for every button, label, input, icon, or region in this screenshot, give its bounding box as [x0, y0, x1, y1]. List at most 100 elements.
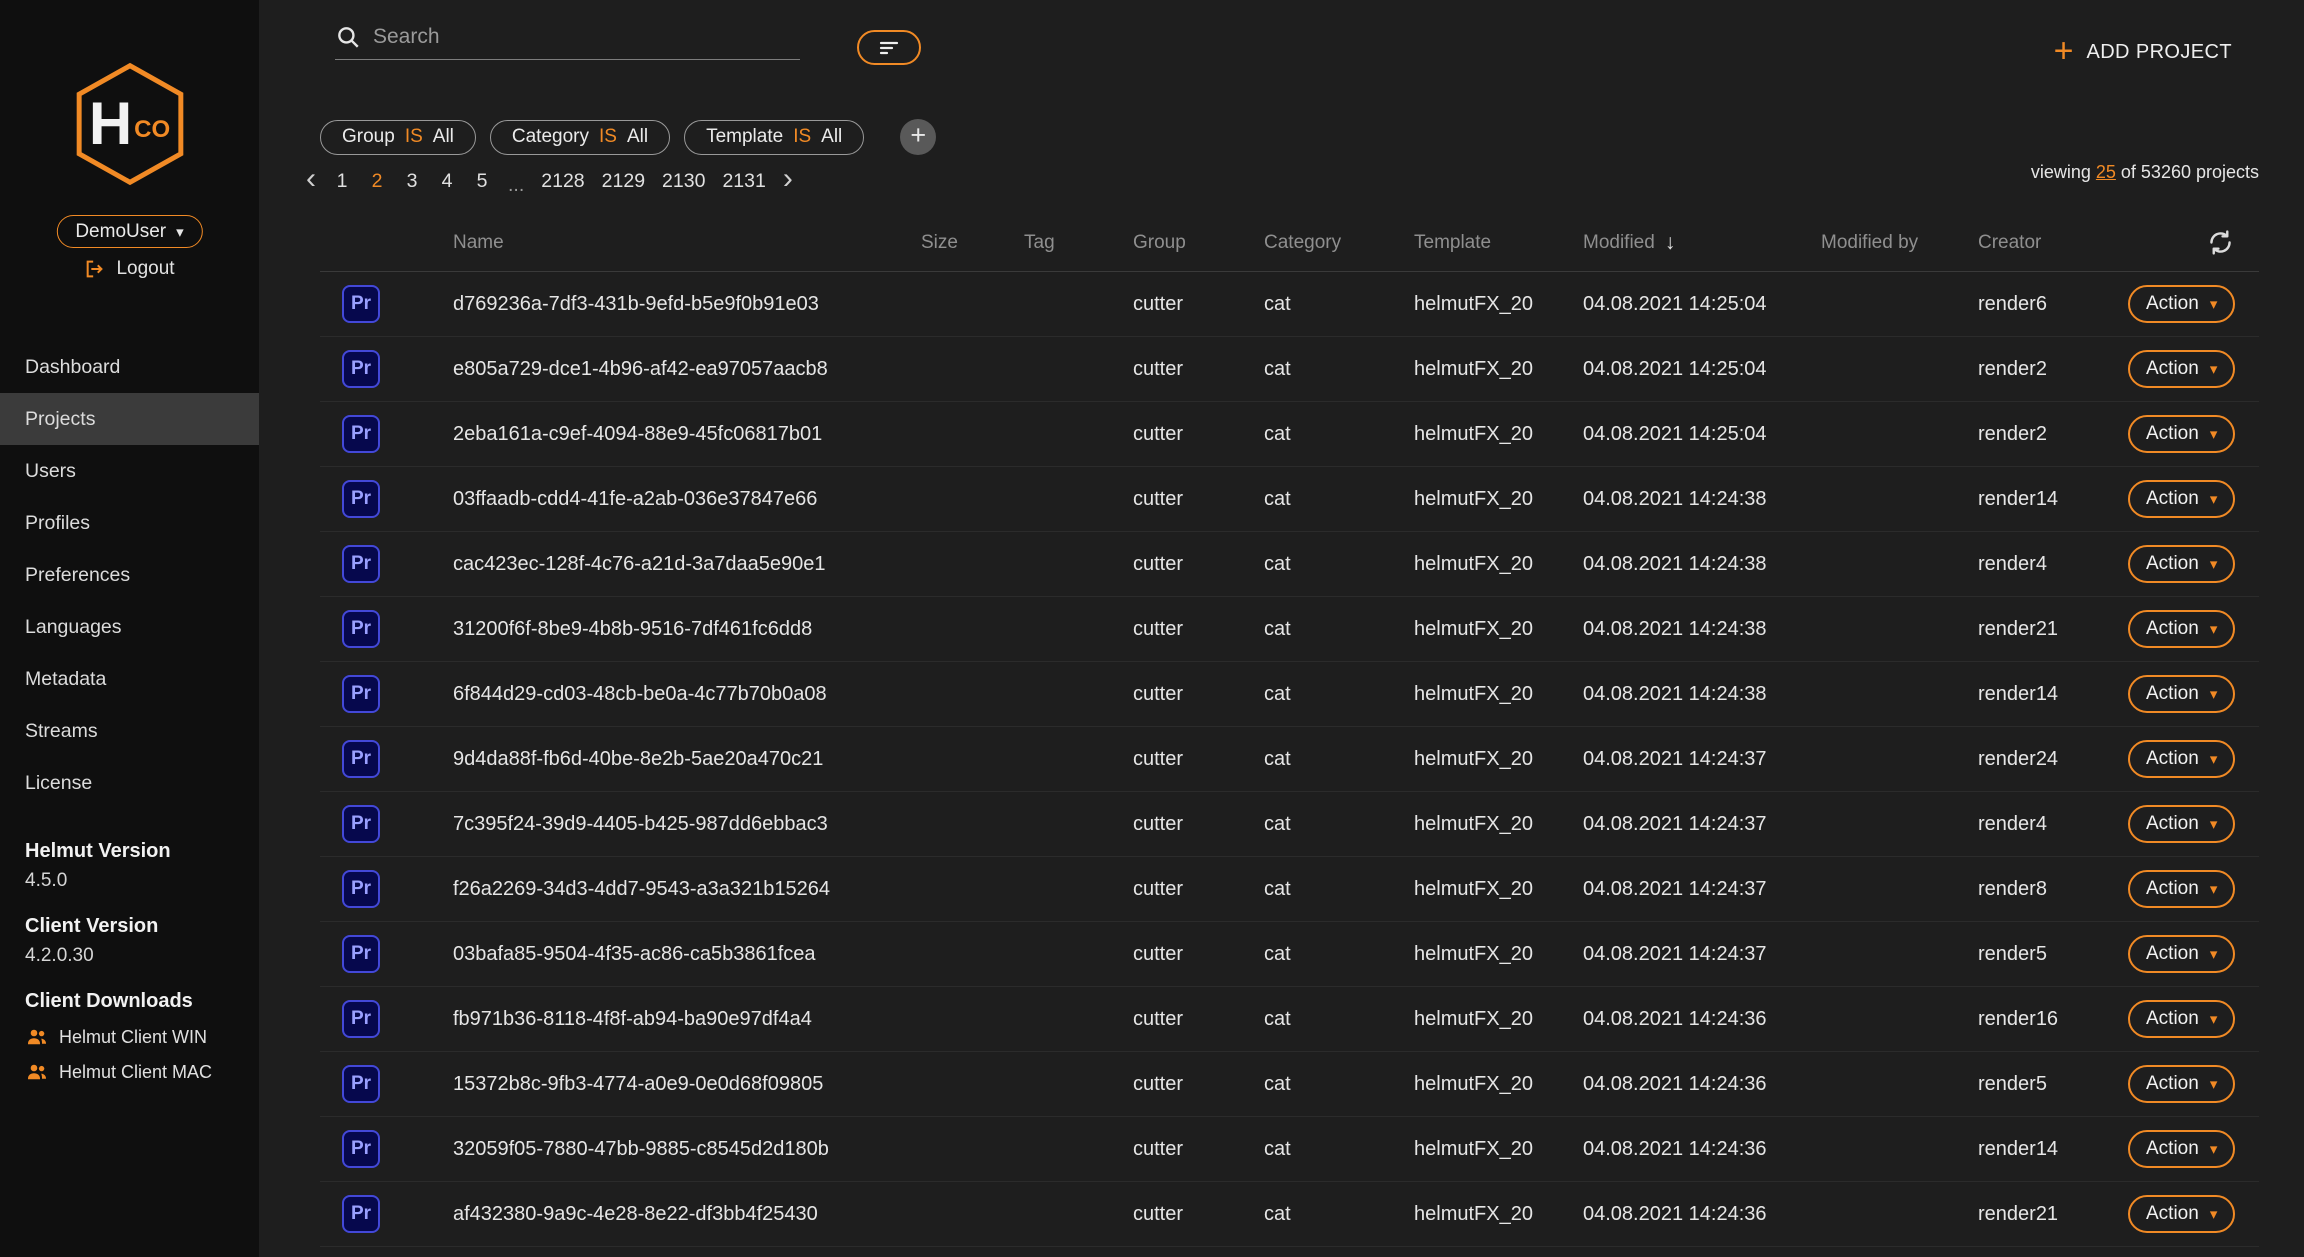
pagination-page-2[interactable]: 2: [368, 170, 386, 193]
action-button[interactable]: Action ▾: [2128, 610, 2235, 648]
sidebar-item-label: Metadata: [25, 668, 106, 691]
search-icon: [335, 24, 361, 50]
action-button[interactable]: Action ▾: [2128, 1130, 2235, 1168]
cell-template: helmutFX_20: [1414, 488, 1583, 511]
cell-modified: 04.08.2021 14:24:37: [1583, 813, 1821, 836]
pagination-next-button[interactable]: ›: [783, 167, 793, 191]
refresh-icon[interactable]: [2206, 228, 2235, 257]
sidebar-item-profiles[interactable]: Profiles: [0, 497, 259, 549]
table-row[interactable]: Pr 2eba161a-c9ef-4094-88e9-45fc06817b01 …: [320, 402, 2259, 467]
client-download-link[interactable]: Helmut Client WIN: [25, 1025, 247, 1049]
action-button[interactable]: Action ▾: [2128, 675, 2235, 713]
action-button[interactable]: Action ▾: [2128, 415, 2235, 453]
cell-creator: render4: [1978, 553, 2128, 576]
action-button[interactable]: Action ▾: [2128, 740, 2235, 778]
logout-label: Logout: [116, 258, 174, 280]
table-row[interactable]: Pr 7c395f24-39d9-4405-b425-987dd6ebbac3 …: [320, 792, 2259, 857]
action-button[interactable]: Action ▾: [2128, 350, 2235, 388]
sidebar-item-preferences[interactable]: Preferences: [0, 549, 259, 601]
cell-group: cutter: [1133, 878, 1264, 901]
add-project-button[interactable]: + ADD PROJECT: [2054, 34, 2232, 70]
col-tag[interactable]: Tag: [1024, 232, 1133, 254]
logout-button[interactable]: Logout: [0, 254, 259, 284]
client-download-link[interactable]: Helmut Client MAC: [25, 1060, 247, 1084]
table-row[interactable]: Pr 03ffaadb-cdd4-41fe-a2ab-036e37847e66 …: [320, 467, 2259, 532]
action-button[interactable]: Action ▾: [2128, 545, 2235, 583]
sort-lines-icon: [877, 38, 901, 58]
table-row[interactable]: Pr 32059f05-7880-47bb-9885-c8545d2d180b …: [320, 1117, 2259, 1182]
pagination: ‹ 12345...2128212921302131 ›: [306, 166, 793, 197]
table-row[interactable]: Pr e805a729-dce1-4b96-af42-ea97057aacb8 …: [320, 337, 2259, 402]
filter-chip-template[interactable]: Template IS All: [684, 120, 864, 155]
sidebar-item-license[interactable]: License: [0, 757, 259, 809]
pagination-page-1[interactable]: 1: [333, 170, 351, 193]
sidebar-item-dashboard[interactable]: Dashboard: [0, 341, 259, 393]
action-button[interactable]: Action ▾: [2128, 1065, 2235, 1103]
user-name-label: DemoUser: [75, 221, 166, 243]
col-creator[interactable]: Creator: [1978, 232, 2128, 254]
premiere-pro-icon: Pr: [342, 545, 380, 583]
premiere-pro-icon: Pr: [342, 1130, 380, 1168]
action-button[interactable]: Action ▾: [2128, 935, 2235, 973]
action-button[interactable]: Action ▾: [2128, 480, 2235, 518]
action-button[interactable]: Action ▾: [2128, 870, 2235, 908]
col-name[interactable]: Name: [453, 232, 921, 254]
table-row[interactable]: Pr 03bafa85-9504-4f35-ac86-ca5b3861fcea …: [320, 922, 2259, 987]
pagination-prev-button[interactable]: ‹: [306, 167, 316, 191]
col-category[interactable]: Category: [1264, 232, 1414, 254]
table-row[interactable]: Pr 15372b8c-9fb3-4774-a0e9-0e0d68f09805 …: [320, 1052, 2259, 1117]
search-input[interactable]: [373, 25, 800, 49]
cell-name: 2eba161a-c9ef-4094-88e9-45fc06817b01: [453, 423, 921, 446]
col-modified[interactable]: Modified ↓: [1583, 231, 1821, 255]
pagination-page-2128[interactable]: 2128: [541, 170, 584, 193]
filter-chip-category[interactable]: Category IS All: [490, 120, 670, 155]
sort-descending-icon[interactable]: ↓: [1665, 231, 1676, 255]
viewing-count-link[interactable]: 25: [2096, 162, 2116, 183]
action-button[interactable]: Action ▾: [2128, 285, 2235, 323]
cell-name: cac423ec-128f-4c76-a21d-3a7daa5e90e1: [453, 553, 921, 576]
pagination-page-4[interactable]: 4: [438, 170, 456, 193]
sidebar-item-users[interactable]: Users: [0, 445, 259, 497]
user-menu-button[interactable]: DemoUser ▾: [56, 215, 202, 248]
sort-filter-button[interactable]: [857, 30, 921, 65]
action-button[interactable]: Action ▾: [2128, 1000, 2235, 1038]
table-row[interactable]: Pr 31200f6f-8be9-4b8b-9516-7df461fc6dd8 …: [320, 597, 2259, 662]
table-row[interactable]: Pr d769236a-7df3-431b-9efd-b5e9f0b91e03 …: [320, 272, 2259, 337]
table-row[interactable]: Pr 9d4da88f-fb6d-40be-8e2b-5ae20a470c21 …: [320, 727, 2259, 792]
pagination-page-3[interactable]: 3: [403, 170, 421, 193]
cell-creator: render21: [1978, 1203, 2128, 1226]
cell-modified: 04.08.2021 14:24:36: [1583, 1008, 1821, 1031]
sidebar-item-projects[interactable]: Projects: [0, 393, 259, 445]
table-row[interactable]: Pr 6f844d29-cd03-48cb-be0a-4c77b70b0a08 …: [320, 662, 2259, 727]
pagination-page-2131[interactable]: 2131: [722, 170, 765, 193]
cell-category: cat: [1264, 1073, 1414, 1096]
chevron-down-icon: ▾: [2210, 750, 2218, 768]
cell-name: 7c395f24-39d9-4405-b425-987dd6ebbac3: [453, 813, 921, 836]
col-size[interactable]: Size: [921, 232, 1024, 254]
cell-group: cutter: [1133, 553, 1264, 576]
sidebar-item-languages[interactable]: Languages: [0, 601, 259, 653]
table-row[interactable]: Pr fb971b36-8118-4f8f-ab94-ba90e97df4a4 …: [320, 987, 2259, 1052]
table-row[interactable]: Pr f26a2269-34d3-4dd7-9543-a3a321b15264 …: [320, 857, 2259, 922]
filter-chip-group[interactable]: Group IS All: [320, 120, 476, 155]
sidebar-item-streams[interactable]: Streams: [0, 705, 259, 757]
cell-group: cutter: [1133, 1203, 1264, 1226]
sidebar-item-metadata[interactable]: Metadata: [0, 653, 259, 705]
action-button[interactable]: Action ▾: [2128, 805, 2235, 843]
pagination-page-2130[interactable]: 2130: [662, 170, 705, 193]
table-row[interactable]: Pr cac423ec-128f-4c76-a21d-3a7daa5e90e1 …: [320, 532, 2259, 597]
helmut-version-label: Helmut Version: [25, 840, 247, 863]
cell-category: cat: [1264, 553, 1414, 576]
cell-category: cat: [1264, 293, 1414, 316]
col-template[interactable]: Template: [1414, 232, 1583, 254]
table-row[interactable]: Pr af432380-9a9c-4e28-8e22-df3bb4f25430 …: [320, 1182, 2259, 1247]
pagination-page-2129[interactable]: 2129: [602, 170, 645, 193]
action-button[interactable]: Action ▾: [2128, 1195, 2235, 1233]
col-modified-by[interactable]: Modified by: [1821, 232, 1978, 254]
helmut-version-value: 4.5.0: [25, 870, 247, 892]
col-group[interactable]: Group: [1133, 232, 1264, 254]
chevron-down-icon: ▾: [2210, 945, 2218, 963]
premiere-pro-icon: Pr: [342, 415, 380, 453]
add-filter-button[interactable]: +: [900, 119, 936, 155]
pagination-page-5[interactable]: 5: [473, 170, 491, 193]
